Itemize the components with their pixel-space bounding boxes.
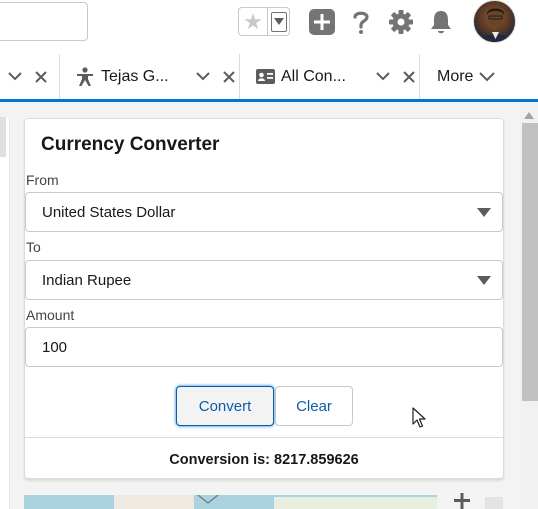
more-tabs-button[interactable]: More [420, 54, 497, 99]
workspace-tab-bar: Tejas G... All Con... More [0, 54, 538, 102]
from-currency-value: United States Dollar [42, 203, 176, 221]
card-divider [25, 437, 503, 438]
favorites-menu-icon [270, 11, 287, 32]
main-content: Currency Converter From United States Do… [0, 105, 538, 509]
map-zoom-in-icon[interactable] [452, 493, 472, 509]
left-panel-handle[interactable] [0, 117, 6, 157]
map-preview[interactable] [24, 495, 437, 509]
amount-input[interactable]: 100 [25, 327, 503, 367]
favorites-menu-button[interactable] [267, 8, 289, 35]
convert-button[interactable]: Convert [176, 386, 274, 426]
help-icon[interactable] [347, 8, 375, 36]
tab-partial[interactable] [0, 54, 60, 99]
left-panel-edge [0, 117, 10, 509]
to-label: To [26, 239, 41, 255]
user-avatar[interactable] [473, 0, 516, 43]
to-currency-value: Indian Rupee [42, 271, 132, 289]
chevron-down-icon [477, 67, 497, 87]
person-standing-icon [75, 66, 95, 87]
map-land [274, 497, 437, 509]
conversion-result: Conversion is: 8217.859626 [169, 452, 359, 468]
tab-all-contacts[interactable]: All Con... [240, 54, 420, 99]
global-search-box[interactable] [0, 2, 88, 41]
close-icon[interactable] [219, 67, 239, 87]
to-currency-select[interactable]: Indian Rupee [25, 260, 503, 300]
from-currency-select[interactable]: United States Dollar [25, 192, 503, 232]
scrollbar-thumb[interactable] [522, 123, 538, 401]
map-control[interactable] [485, 497, 503, 509]
page-scrollbar[interactable] [520, 105, 538, 509]
mouse-pointer-icon [412, 407, 426, 428]
map-land [114, 495, 194, 509]
close-icon[interactable] [31, 67, 51, 87]
chevron-down-icon[interactable] [5, 67, 25, 87]
close-icon[interactable] [399, 67, 419, 87]
currency-converter-card: Currency Converter From United States Do… [24, 118, 504, 479]
global-add-icon[interactable] [308, 8, 336, 36]
global-header: ★ [0, 0, 538, 54]
dropdown-caret-icon [477, 276, 491, 285]
from-label: From [26, 172, 59, 188]
clear-button[interactable]: Clear [275, 386, 353, 426]
notifications-bell-icon[interactable] [427, 8, 455, 36]
amount-label: Amount [26, 307, 75, 323]
favorite-star-icon[interactable]: ★ [239, 8, 267, 35]
tab-label: All Con... [281, 67, 346, 85]
amount-value: 100 [42, 338, 68, 356]
setup-gear-icon[interactable] [387, 8, 415, 36]
more-tabs-label: More [437, 67, 474, 85]
chevron-down-icon[interactable] [193, 67, 213, 87]
card-title: Currency Converter [41, 134, 220, 155]
tab-label: Tejas G... [101, 67, 169, 85]
contact-card-icon [256, 69, 275, 84]
chevron-down-icon[interactable] [373, 67, 393, 87]
favorites-button-group: ★ [238, 7, 290, 36]
dropdown-caret-icon [477, 208, 491, 217]
scroll-up-arrow-icon[interactable] [524, 112, 534, 119]
tab-tejas[interactable]: Tejas G... [60, 54, 240, 99]
